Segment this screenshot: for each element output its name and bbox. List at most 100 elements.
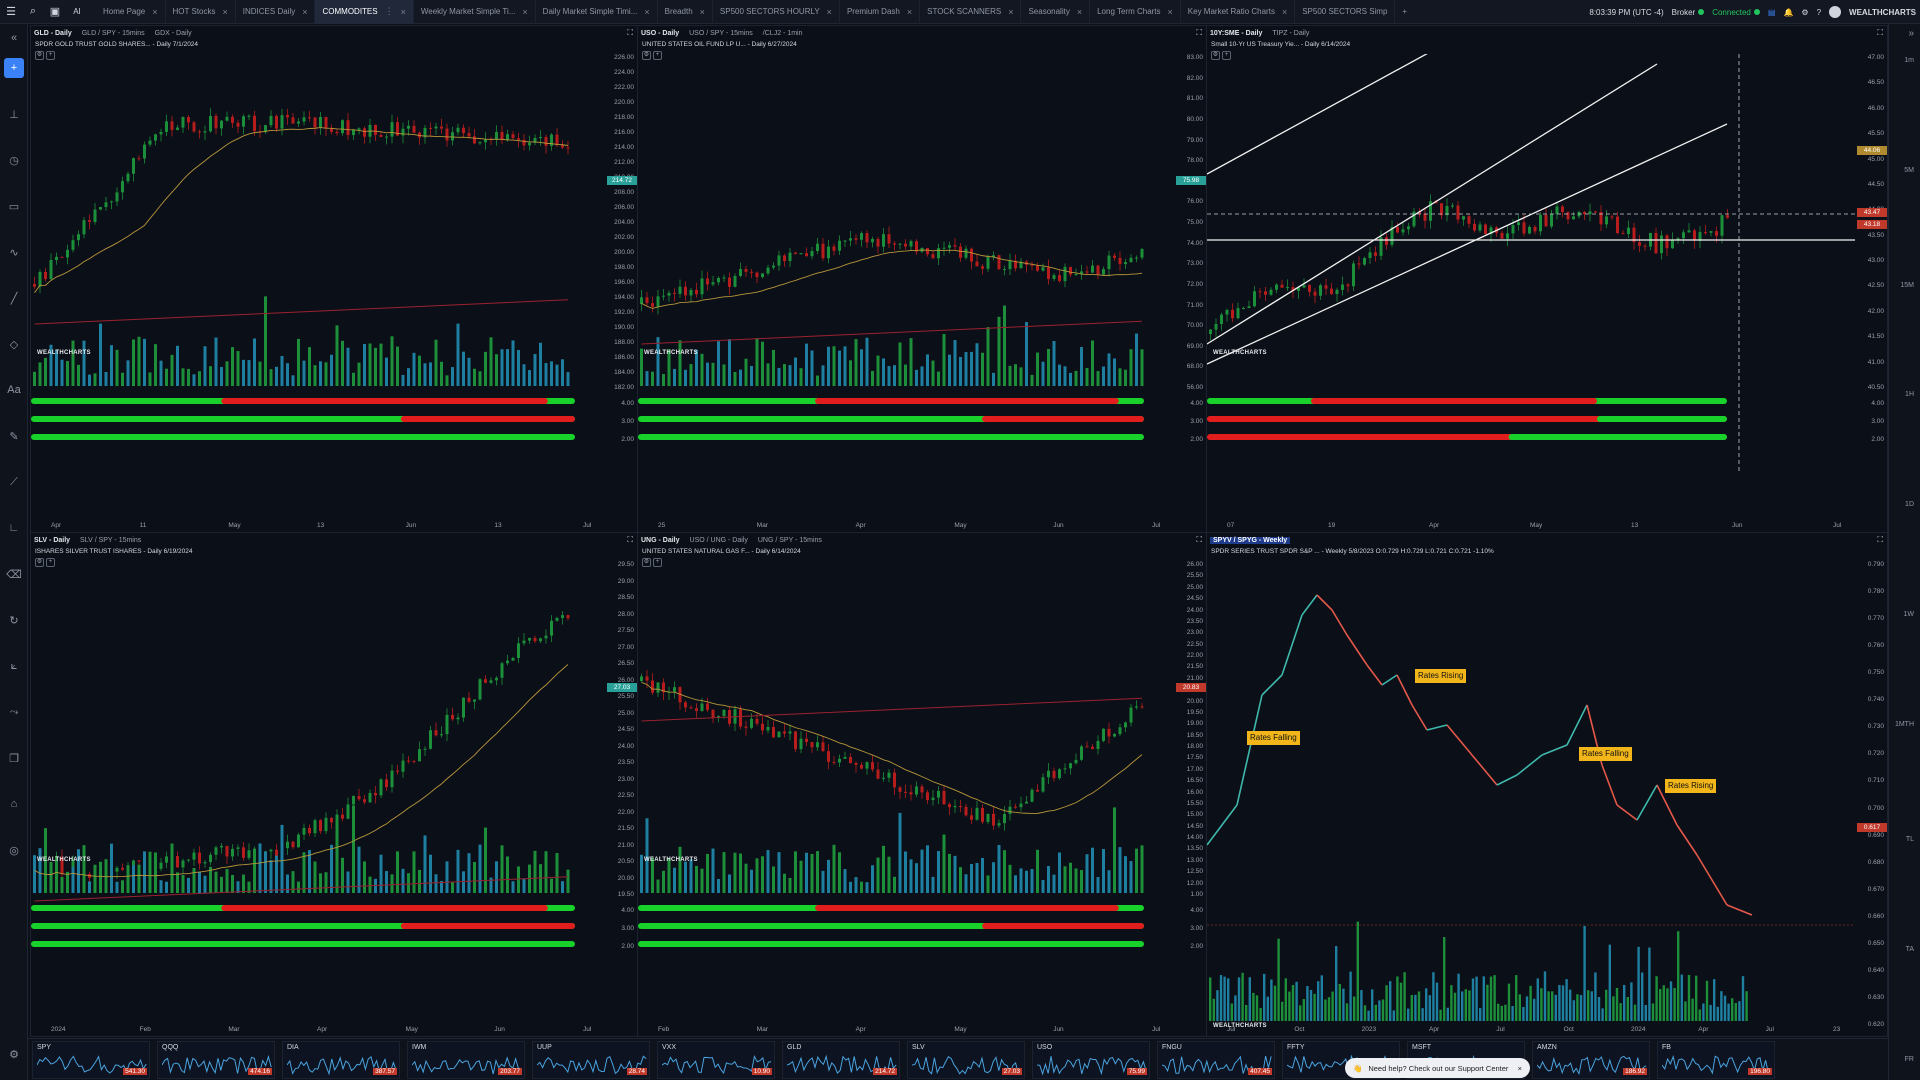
watchlist-card[interactable]: QQQ 474.16 xyxy=(157,1041,275,1079)
eraser-icon[interactable]: ⌫ xyxy=(4,564,24,584)
ratio-chart[interactable] xyxy=(1207,555,1855,1025)
fullscreen-icon[interactable]: ⛶ xyxy=(627,28,633,38)
interval-tl[interactable]: TL xyxy=(1906,836,1914,843)
close-icon[interactable]: × xyxy=(302,7,307,17)
symbol-tab[interactable]: GLD / SPY - 15mins xyxy=(82,30,145,37)
watchlist-card[interactable]: SLV 27.03 xyxy=(907,1041,1025,1079)
watchlist-card[interactable]: VXX 10.90 xyxy=(657,1041,775,1079)
add-tab-button[interactable]: + xyxy=(1395,0,1414,24)
support-banner[interactable]: 👋 Need help? Check out our Support Cente… xyxy=(1345,1058,1530,1078)
magnet-icon[interactable]: ↻ xyxy=(4,610,24,630)
close-icon[interactable]: × xyxy=(1077,7,1082,17)
symbol-tab[interactable]: TIPZ - Daily xyxy=(1272,30,1309,37)
expand-icon[interactable]: » xyxy=(1908,28,1914,39)
add-icon[interactable]: + xyxy=(4,58,24,78)
tab-premium-dash[interactable]: Premium Dash × xyxy=(840,0,921,24)
chart-panel-ung[interactable]: UNG - Daily USO / UNG - Daily UNG / SPY … xyxy=(637,532,1207,1037)
close-icon[interactable]: × xyxy=(700,7,705,17)
fullscreen-icon[interactable]: ⛶ xyxy=(1877,535,1883,545)
help-icon[interactable]: ? xyxy=(1817,8,1821,17)
clock-icon[interactable]: ◷ xyxy=(4,150,24,170)
chart-panel-gld[interactable]: GLD - Daily GLD / SPY - 15mins GDX - Dai… xyxy=(30,25,638,533)
bell-icon[interactable]: 🔔 xyxy=(1783,8,1793,17)
watchlist-card[interactable]: AMZN 186.92 xyxy=(1532,1041,1650,1079)
annotation-rates-rising[interactable]: Rates Rising xyxy=(1415,669,1467,683)
interval-fr[interactable]: FR xyxy=(1905,1056,1914,1063)
tab-weekly-market[interactable]: Weekly Market Simple Ti... × xyxy=(414,0,536,24)
annotation-rates-rising[interactable]: Rates Rising xyxy=(1665,779,1717,793)
price-chart[interactable] xyxy=(1207,54,1855,474)
symbol-tab[interactable]: GLD - Daily xyxy=(34,30,72,37)
interval-1mth[interactable]: 1MTH xyxy=(1895,721,1914,728)
watchlist-card[interactable]: SPY 541.30 xyxy=(32,1041,150,1079)
tab-long-term-charts[interactable]: Long Term Charts × xyxy=(1090,0,1181,24)
fullscreen-icon[interactable]: ⛶ xyxy=(1877,28,1883,38)
fullscreen-icon[interactable]: ⛶ xyxy=(1196,535,1202,545)
interval-5m[interactable]: 5M xyxy=(1904,167,1914,174)
tab-key-market-ratio[interactable]: Key Market Ratio Charts × xyxy=(1181,0,1296,24)
angle-icon[interactable]: ∟ xyxy=(4,518,24,538)
watchlist-card[interactable]: FB 196.80 xyxy=(1657,1041,1775,1079)
close-icon[interactable]: × xyxy=(1518,1064,1522,1073)
copy-icon[interactable]: ❐ xyxy=(4,748,24,768)
tab-home-page[interactable]: Home Page × xyxy=(96,0,166,24)
symbol-tab[interactable]: USO - Daily xyxy=(641,30,679,37)
symbol-tab[interactable]: SLV - Daily xyxy=(34,537,70,544)
annotation-rates-falling[interactable]: Rates Falling xyxy=(1247,731,1300,745)
brush-icon[interactable]: ◇ xyxy=(4,334,24,354)
ai-icon[interactable]: AI xyxy=(66,1,88,23)
lock-icon[interactable]: ⌂ xyxy=(4,794,24,814)
price-chart[interactable] xyxy=(638,561,1174,981)
symbol-tab[interactable]: SPYV / SPYG - Weekly xyxy=(1210,536,1291,544)
price-chart[interactable] xyxy=(31,561,605,981)
close-icon[interactable]: × xyxy=(1008,7,1013,17)
watchlist-card[interactable]: UUP 28.74 xyxy=(532,1041,650,1079)
text-icon[interactable]: Aa xyxy=(4,380,24,400)
chart-panel-spyv-spyg[interactable]: SPYV / SPYG - Weekly ⛶ SPDR SERIES TRUST… xyxy=(1206,532,1888,1037)
interval-15m[interactable]: 15M xyxy=(1900,282,1914,289)
interval-1d[interactable]: 1D xyxy=(1905,501,1914,508)
watchlist-card[interactable]: FNGU 407.45 xyxy=(1157,1041,1275,1079)
symbol-tab[interactable]: SLV / SPY - 15mins xyxy=(80,537,141,544)
search-icon[interactable]: ⌕ xyxy=(22,1,44,23)
broker-status[interactable]: Broker xyxy=(1672,8,1705,17)
ruler-icon[interactable]: ⟋ xyxy=(4,472,24,492)
tab-seasonality[interactable]: Seasonality × xyxy=(1021,0,1091,24)
zigzag-icon[interactable]: ⤳ xyxy=(4,702,24,722)
symbol-tab[interactable]: /CLJ2 - 1min xyxy=(763,30,803,37)
tab-stock-scanners[interactable]: STOCK SCANNERS × xyxy=(920,0,1022,24)
symbol-tab[interactable]: UNG / SPY - 15mins xyxy=(758,537,822,544)
fullscreen-icon[interactable]: ⛶ xyxy=(1196,28,1202,38)
symbol-tab[interactable]: GDX - Daily xyxy=(155,30,192,37)
price-chart[interactable] xyxy=(31,54,605,474)
close-icon[interactable]: × xyxy=(152,7,157,17)
symbol-tab[interactable]: UNG - Daily xyxy=(641,537,680,544)
tab-sp500-sectors-hourly[interactable]: SP500 SECTORS HOURLY × xyxy=(713,0,840,24)
chart-panel-uso[interactable]: USO - Daily USO / SPY - 15mins /CLJ2 - 1… xyxy=(637,25,1207,533)
chart-panel-10y[interactable]: 10Y:SME - Daily TIPZ - Daily ⛶ Small 10-… xyxy=(1206,25,1888,533)
fullscreen-icon[interactable]: ⛶ xyxy=(627,535,633,545)
interval-1m[interactable]: 1m xyxy=(1904,57,1914,64)
more-icon[interactable]: ⋮ xyxy=(385,6,394,17)
tab-indices-daily[interactable]: INDICES Daily × xyxy=(236,0,316,24)
tab-breadth[interactable]: Breadth × xyxy=(658,0,713,24)
annotation-rates-falling[interactable]: Rates Falling xyxy=(1579,747,1632,761)
symbol-tab[interactable]: USO / UNG - Daily xyxy=(690,537,748,544)
tab-hot-stocks[interactable]: HOT Stocks × xyxy=(166,0,236,24)
tab-daily-market[interactable]: Daily Market Simple Timi... × xyxy=(536,0,658,24)
sync-icon[interactable]: ◎ xyxy=(4,840,24,860)
wave-icon[interactable]: ∿ xyxy=(4,242,24,262)
price-chart[interactable] xyxy=(638,54,1174,474)
settings-icon[interactable]: ⚙ xyxy=(4,1044,24,1064)
avatar[interactable] xyxy=(1829,6,1842,18)
layout-icon[interactable]: ▣ xyxy=(44,1,66,23)
watchlist-card[interactable]: USO 75.99 xyxy=(1032,1041,1150,1079)
interval-1w[interactable]: 1W xyxy=(1904,611,1915,618)
chart-line-icon[interactable]: ⟀ xyxy=(4,656,24,676)
trendline-icon[interactable]: ╱ xyxy=(4,288,24,308)
watchlist-card[interactable]: GLD 214.72 xyxy=(782,1041,900,1079)
pencil-icon[interactable]: ✎ xyxy=(4,426,24,446)
symbol-tab[interactable]: 10Y:SME - Daily xyxy=(1210,30,1262,37)
crosshair-icon[interactable]: ⊥ xyxy=(4,104,24,124)
chart-panel-slv[interactable]: SLV - Daily SLV / SPY - 15mins ⛶ ISHARES… xyxy=(30,532,638,1037)
